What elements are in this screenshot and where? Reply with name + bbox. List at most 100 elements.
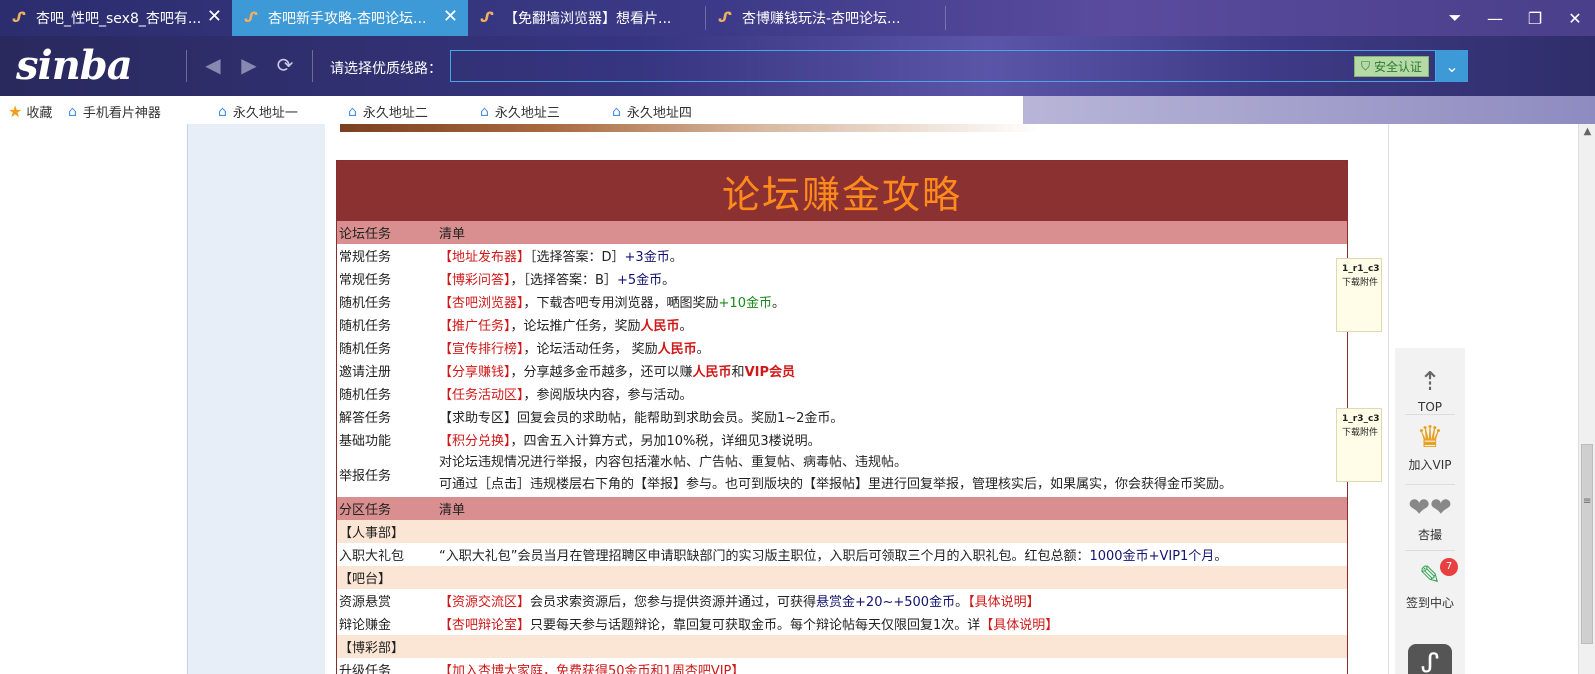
task-link[interactable]: 【杏吧辩论室】 bbox=[439, 618, 530, 633]
hearts-icon: ❤❤ bbox=[1408, 493, 1452, 523]
bookmark-item[interactable]: ⌂ 永久地址一 bbox=[218, 102, 298, 122]
details-link[interactable]: 【具体说明】 bbox=[968, 595, 1040, 610]
home-icon: ⌂ bbox=[480, 103, 489, 120]
title-bar: ᔑ 杏吧_性吧_sex8_杏吧有... ✕ ᔑ 杏吧新手攻略-杏吧论坛... ✕… bbox=[0, 0, 1595, 36]
attachment-name: 1_r3_c3 bbox=[1342, 414, 1380, 424]
attachment-name: 1_r1_c3 bbox=[1342, 264, 1380, 274]
scroll-up-icon[interactable]: ▲ bbox=[1579, 126, 1595, 140]
page-content: 论坛赚金攻略 论坛任务 清单 常规任务 【地址发布器】［选择答案：D］+3金币。… bbox=[0, 124, 1578, 674]
address-bar: ⛉ 安全认证 bbox=[450, 50, 1436, 82]
attachment-tooltip[interactable]: 1_r3_c3 下载附件 bbox=[1336, 408, 1382, 482]
task-text: ，四舍五入计算方式，另加10%税，详细见3楼说明。 bbox=[510, 434, 821, 449]
task-text: 会员求索资源后，您参与提供资源并通过，可获得 bbox=[530, 595, 817, 610]
checkin-center-button[interactable]: ✎ 7 签到中心 bbox=[1395, 558, 1465, 611]
close-window-button[interactable]: ✕ bbox=[1555, 0, 1595, 36]
safe-certification-badge[interactable]: ⛉ 安全认证 bbox=[1353, 56, 1429, 77]
chevron-down-icon: ⌄ bbox=[1445, 56, 1459, 76]
task-text: 【求助专区】回复会员的求助帖，能帮助到求助会员。奖励1~2金币。 bbox=[439, 411, 844, 426]
bookmark-label: 收藏 bbox=[26, 106, 53, 121]
scroll-grip-icon: ≡ bbox=[1583, 496, 1592, 507]
route-dropdown-button[interactable]: ⌄ bbox=[1436, 50, 1468, 82]
table-row: 升级任务 【加入杏博大家庭，免费获得50金币和1周杏吧VIP】 bbox=[337, 658, 1347, 674]
punct: 。 bbox=[662, 273, 676, 288]
site-favicon-icon: ᔑ bbox=[244, 10, 258, 26]
tab-4[interactable]: ᔑ 杏博赚钱玩法-杏吧论坛... bbox=[706, 0, 946, 36]
section-title: 【吧台】 bbox=[339, 572, 392, 587]
back-icon[interactable]: ◀ bbox=[200, 52, 226, 78]
task-link[interactable]: 【博彩问答】 bbox=[439, 273, 511, 288]
section-row: 【人事部】 bbox=[337, 520, 1347, 543]
header-cell: 分区任务 bbox=[339, 503, 392, 518]
refresh-icon[interactable]: ⟳ bbox=[272, 52, 298, 78]
task-desc: 【推广任务】，论坛推广任务，奖励人民币。 bbox=[439, 315, 1347, 334]
task-type: 随机任务 bbox=[339, 342, 392, 357]
tab-close-icon[interactable]: ✕ bbox=[207, 8, 222, 26]
table-row: 常规任务 【地址发布器】［选择答案：D］+3金币。 bbox=[337, 244, 1347, 267]
bookmark-item[interactable]: ⌂ 永久地址三 bbox=[480, 102, 560, 122]
table-header-row: 论坛任务 清单 bbox=[337, 221, 1347, 244]
join-vip-button[interactable]: ♛ 加入VIP bbox=[1395, 423, 1465, 473]
table-row: 邀请注册 【分享赚钱】，分享越多金币越多，还可以赚人民币和VIP会员 bbox=[337, 359, 1347, 382]
task-link[interactable]: 【地址发布器】 bbox=[439, 250, 530, 265]
task-link[interactable]: 【分享赚钱】 bbox=[439, 365, 511, 380]
tab-close-icon[interactable]: ✕ bbox=[443, 8, 458, 26]
content-border bbox=[1388, 124, 1389, 674]
attachment-tooltip[interactable]: 1_r1_c3 下载附件 bbox=[1336, 258, 1382, 332]
url-input[interactable] bbox=[451, 51, 1331, 81]
table-row: 举报任务 对论坛违规情况进行举报，内容包括灌水帖、广告帖、重复帖、病毒帖、违规帖… bbox=[337, 451, 1347, 497]
checkin-label: 签到中心 bbox=[1405, 596, 1454, 610]
xingcuo-button[interactable]: ❤❤ 杏撮 bbox=[1395, 494, 1465, 543]
navigation-bar: sinba ◀ ▶ ⟳ 请选择优质线路： ⛉ 安全认证 ⌄ bbox=[0, 36, 1595, 96]
site-favicon-icon: ᔑ bbox=[480, 10, 494, 26]
reward-vip: VIP会员 bbox=[744, 365, 795, 380]
vertical-scrollbar[interactable]: ▲ ≡ bbox=[1578, 124, 1595, 674]
divider bbox=[1405, 414, 1455, 415]
table-row: 常规任务 【博彩问答】，［选择答案：B］+5金币。 bbox=[337, 267, 1347, 290]
section-title: 【博彩部】 bbox=[339, 641, 405, 656]
tab-2-active[interactable]: ᔑ 杏吧新手攻略-杏吧论坛... ✕ bbox=[232, 0, 468, 36]
task-link[interactable]: 【宣传排行榜】 bbox=[439, 342, 524, 357]
tab-1[interactable]: ᔑ 杏吧_性吧_sex8_杏吧有... ✕ bbox=[0, 0, 232, 36]
reward: 人民币 bbox=[657, 342, 697, 357]
task-link[interactable]: 【资源交流区】 bbox=[439, 595, 530, 610]
task-link[interactable]: 【杏吧浏览器】 bbox=[439, 296, 524, 311]
scroll-thumb[interactable] bbox=[1581, 444, 1593, 644]
report-line-2: 可通过［点击］违规楼层右下角的【举报】参与。也可到版块的【举报帖】里进行回复举报… bbox=[439, 477, 1233, 492]
back-to-top-button[interactable]: ⇡ TOP bbox=[1395, 368, 1465, 414]
app-logo-icon[interactable]: ᔑ bbox=[1408, 644, 1452, 674]
details-link[interactable]: 【具体说明】 bbox=[980, 618, 1058, 633]
task-desc: 【宣传排行榜】，论坛活动任务， 奖励人民币。 bbox=[439, 338, 1347, 357]
task-type: 常规任务 bbox=[339, 273, 392, 288]
task-text: ，分享越多金币越多，还可以赚 bbox=[510, 365, 693, 380]
bookmark-item[interactable]: ⌂ 永久地址二 bbox=[348, 102, 428, 122]
divider bbox=[312, 50, 313, 82]
reward: +10金币 bbox=[718, 296, 772, 311]
task-text: ，参阅版块内容，参与活动。 bbox=[523, 388, 693, 403]
task-link[interactable]: 【加入杏博大家庭，免费获得50金币和1周杏吧VIP】 bbox=[439, 664, 744, 674]
bookmark-item[interactable]: ⌂ 永久地址四 bbox=[612, 102, 692, 122]
bookmark-favorites[interactable]: ★ 收藏 bbox=[8, 102, 52, 121]
tab-title: 杏博赚钱玩法-杏吧论坛... bbox=[742, 11, 901, 27]
reward: 悬赏金+20~+500金币 bbox=[816, 595, 956, 610]
task-text: ，［选择答案：B］ bbox=[510, 273, 617, 288]
banner-edge-decoration bbox=[340, 124, 1040, 132]
task-type: 随机任务 bbox=[339, 388, 392, 403]
punct: 和 bbox=[731, 365, 745, 380]
section-row: 【吧台】 bbox=[337, 566, 1347, 589]
tab-3[interactable]: ᔑ 【免翻墙浏览器】想看片... bbox=[468, 0, 706, 36]
reward: +3金币 bbox=[624, 250, 670, 265]
maximize-button[interactable]: ❐ bbox=[1515, 0, 1555, 36]
task-desc: 对论坛违规情况进行举报，内容包括灌水帖、广告帖、重复帖、病毒帖、违规帖。 可通过… bbox=[439, 452, 1347, 496]
task-link[interactable]: 【任务活动区】 bbox=[439, 388, 524, 403]
task-link[interactable]: 【积分兑换】 bbox=[439, 434, 511, 449]
minimize-button[interactable]: — bbox=[1475, 0, 1515, 36]
left-sidebar-column bbox=[187, 124, 325, 674]
divider bbox=[186, 50, 187, 82]
site-favicon-icon: ᔑ bbox=[718, 10, 732, 26]
attachment-download: 下载附件 bbox=[1342, 278, 1379, 288]
bookmark-item[interactable]: ⌂ 手机看片神器 bbox=[68, 102, 161, 122]
punct: 。 bbox=[955, 595, 969, 610]
forward-icon[interactable]: ▶ bbox=[236, 52, 262, 78]
task-link[interactable]: 【推广任务】 bbox=[439, 319, 511, 334]
tab-list-dropdown-icon[interactable]: ⏷ bbox=[1435, 0, 1475, 36]
